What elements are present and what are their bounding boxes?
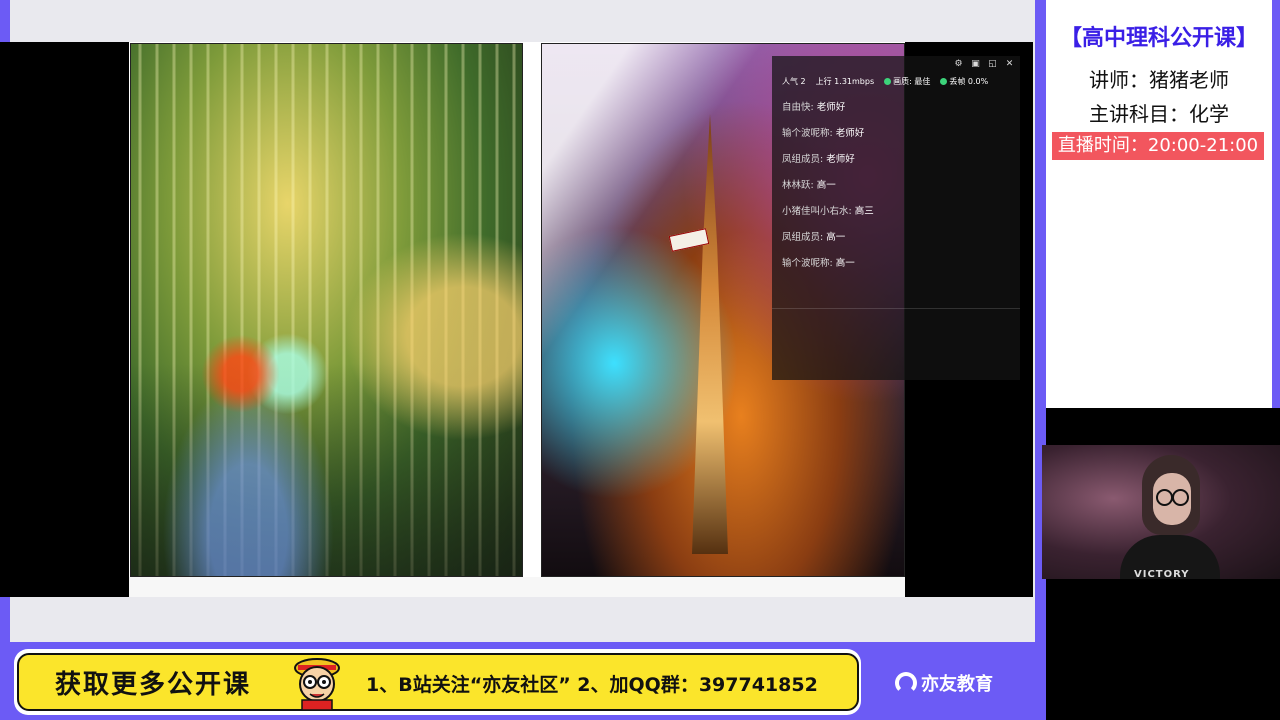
brand-logo-text: 亦友教育	[921, 674, 993, 695]
promo-text: 1、B站关注“亦友社区” 2、加QQ群：397741852	[366, 674, 818, 696]
chat-divider	[772, 308, 1020, 309]
window-icon[interactable]: ◱	[988, 60, 997, 69]
quality-status: 画质: 最佳	[884, 76, 930, 87]
settings-icon[interactable]: ⚙	[954, 60, 963, 69]
chat-message: 自由快: 老师好	[782, 102, 846, 113]
stream-stats: 人气 2 上行 1.31mbps 画质: 最佳 丢帧 0.0%	[782, 76, 988, 87]
chat-message: 凤组成员: 老师好	[782, 154, 855, 165]
live-time-badge: 直播时间：20:00-21:00	[1052, 132, 1264, 160]
cave-photo-left	[130, 43, 523, 577]
status-dot-icon	[940, 78, 948, 85]
slide-footer-strip	[129, 577, 905, 597]
chat-message: 输个波呢称: 高一	[782, 258, 855, 269]
frame-loss-status: 丢帧 0.0%	[940, 76, 988, 87]
pin-icon[interactable]: ▣	[971, 60, 980, 69]
close-icon[interactable]: ✕	[1005, 60, 1014, 69]
shirt-text: VICTORY	[1134, 569, 1190, 579]
glasses-left-icon	[1156, 489, 1173, 506]
popularity-count: 人气 2	[782, 77, 806, 86]
mascot-icon	[294, 658, 340, 710]
course-title: 【高中理科公开课】	[1059, 26, 1258, 51]
glasses-right-icon	[1172, 489, 1189, 506]
teacher-webcam: VICTORY	[1042, 445, 1280, 579]
subject-label: 主讲科目：化学	[1089, 102, 1229, 126]
chat-toolbar: ⚙ ▣ ◱ ✕	[954, 60, 1014, 69]
status-dot-icon	[884, 78, 892, 85]
chat-message: 小猪佳叫小右水: 高三	[782, 206, 874, 217]
course-info-card: 【高中理科公开课】 讲师：猪猪老师 主讲科目：化学 直播时间：20:00-21:…	[1046, 0, 1272, 408]
promo-title: 获取更多公开课	[55, 670, 252, 700]
chat-message: 凤组成员: 高一	[782, 232, 846, 243]
live-chat-overlay: ⚙ ▣ ◱ ✕ 人气 2 上行 1.31mbps 画质: 最佳 丢帧 0.0% …	[772, 56, 1020, 380]
chat-message: 林林跃: 高一	[782, 180, 836, 191]
brand-logo-icon	[895, 672, 917, 694]
upload-rate: 上行 1.31mbps	[815, 77, 875, 86]
chat-message: 输个波呢称: 老师好	[782, 128, 865, 139]
brand-logo: 亦友教育	[895, 670, 993, 696]
teacher-label: 讲师：猪猪老师	[1089, 68, 1229, 92]
